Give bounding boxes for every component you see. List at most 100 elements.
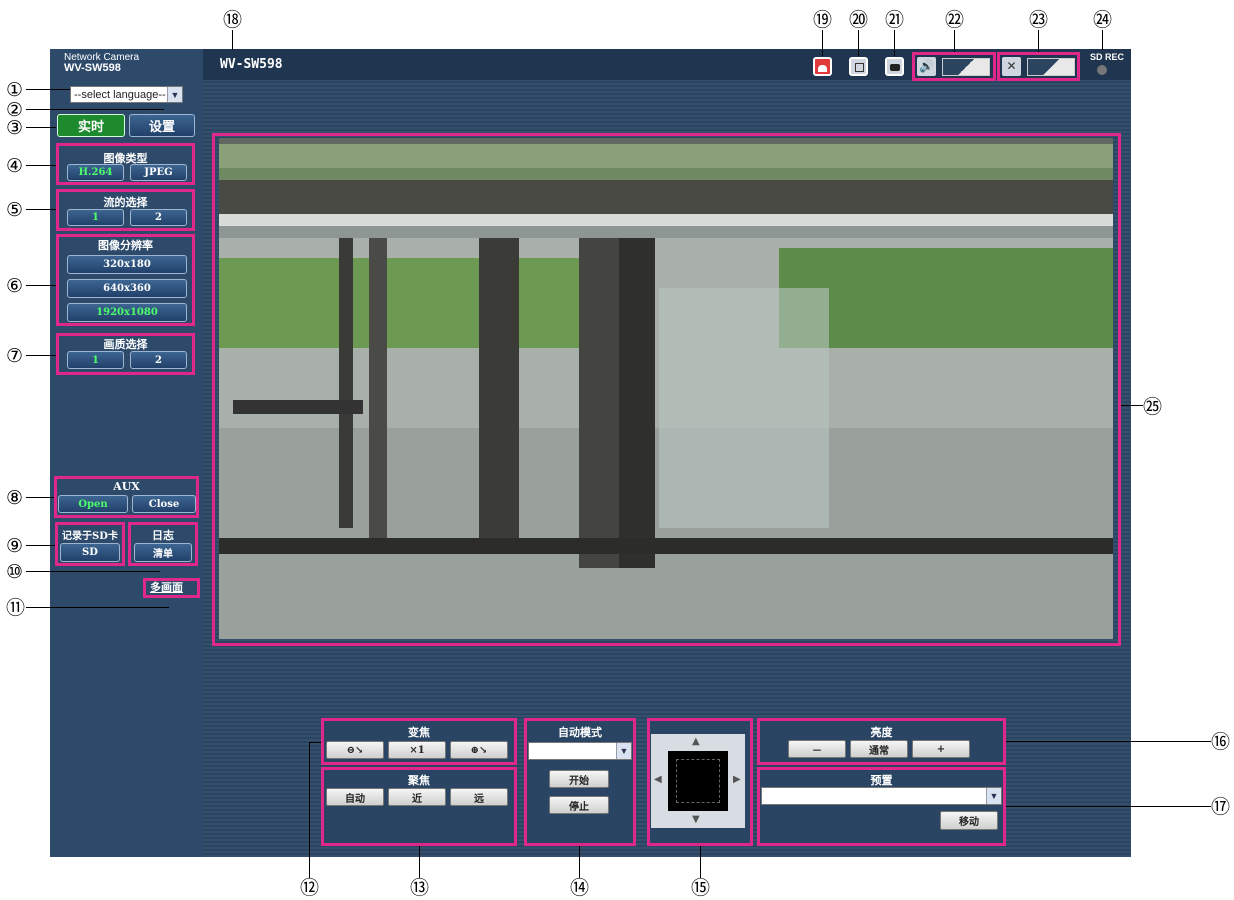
leader-10 <box>26 571 160 572</box>
alarm-icon[interactable] <box>813 57 832 76</box>
setup-tab-button[interactable]: 设置 <box>129 114 195 137</box>
leader-21 <box>894 30 895 56</box>
focus-near-button[interactable]: 近 <box>388 788 446 806</box>
control-pad-center[interactable] <box>668 751 728 811</box>
aux-title: AUX <box>113 480 140 493</box>
auto-mode-stop-button[interactable]: 停止 <box>549 796 609 814</box>
focus-auto-button[interactable]: 自动 <box>326 788 384 806</box>
callout-9: ⑨ <box>6 535 24 557</box>
leader-23 <box>1038 30 1039 52</box>
stream-1-button[interactable]: 1 <box>67 209 124 226</box>
sd-button[interactable]: SD <box>60 543 120 562</box>
callout-1: ① <box>6 79 24 101</box>
leader-18 <box>232 30 233 50</box>
resolution-640-button[interactable]: 640x360 <box>67 279 187 298</box>
auto-mode-select[interactable]: ▼ <box>528 742 632 760</box>
callout-17: ⑰ <box>1211 796 1231 818</box>
callout-16: ⑯ <box>1211 731 1231 753</box>
leader-14 <box>579 846 580 878</box>
leader-22 <box>954 30 955 52</box>
resolution-320-button[interactable]: 320x180 <box>67 255 187 274</box>
chevron-down-icon: ▼ <box>986 788 1001 804</box>
aux-close-button[interactable]: Close <box>132 495 196 513</box>
live-video[interactable] <box>219 138 1113 639</box>
preset-select[interactable]: ▼ <box>761 787 1002 805</box>
quality-1-button[interactable]: 1 <box>67 351 124 369</box>
live-tab-button[interactable]: 实时 <box>57 114 125 137</box>
control-pad[interactable]: ▲ ◀ ▶ ▼ <box>651 734 745 828</box>
preset-move-button[interactable]: 移动 <box>940 811 998 830</box>
leader-19 <box>822 30 823 56</box>
leader-16 <box>1006 741 1211 742</box>
multiscreen-link[interactable]: 多画面 <box>150 579 183 595</box>
sd-record-title: 记录于SD卡 <box>62 531 118 542</box>
auto-mode-start-button[interactable]: 开始 <box>549 770 609 788</box>
mute-icon[interactable]: ✕ <box>1002 57 1021 76</box>
chevron-down-icon: ▼ <box>167 87 182 102</box>
audio-volume-slider[interactable] <box>1027 58 1075 76</box>
h264-button[interactable]: H.264 <box>67 164 124 181</box>
callout-8: ⑧ <box>6 487 24 509</box>
brightness-plus-button[interactable]: + <box>912 740 970 758</box>
zoom-in-button[interactable]: ⊕↘ <box>450 741 508 759</box>
log-title: 日志 <box>152 529 174 542</box>
callout-5: ⑤ <box>6 199 24 221</box>
callout-4: ④ <box>6 155 24 177</box>
callout-18: ⑱ <box>223 9 243 31</box>
brightness-minus-button[interactable]: － <box>788 740 846 758</box>
callout-15: ⑮ <box>691 877 711 899</box>
model-label: WV-SW598 <box>64 62 121 74</box>
arrow-left-icon[interactable]: ◀ <box>654 774 662 785</box>
camera-snapshot-icon[interactable] <box>885 57 904 76</box>
mic-volume-slider[interactable] <box>942 58 990 76</box>
leader-2 <box>26 109 164 110</box>
callout-3: ③ <box>6 117 24 139</box>
callout-23: ㉓ <box>1029 9 1049 31</box>
leader-17 <box>1006 806 1211 807</box>
callout-10: ⑩ <box>6 561 24 583</box>
arrow-right-icon[interactable]: ▶ <box>733 774 741 785</box>
leader-8 <box>26 497 54 498</box>
arrow-down-icon[interactable]: ▼ <box>692 814 700 825</box>
camera-title: WV-SW598 <box>220 57 283 72</box>
leader-7 <box>26 355 56 356</box>
leader-15 <box>700 846 701 878</box>
preset-title: 预置 <box>870 774 893 787</box>
aux-open-button[interactable]: Open <box>58 495 128 513</box>
quality-2-button[interactable]: 2 <box>130 351 187 369</box>
leader-12-tail <box>309 742 321 743</box>
focus-far-button[interactable]: 远 <box>450 788 508 806</box>
brightness-title: 亮度 <box>870 726 893 739</box>
speaker-icon[interactable]: 🔊 <box>917 57 936 76</box>
leader-6 <box>26 285 56 286</box>
brightness-normal-button[interactable]: 通常 <box>850 740 908 758</box>
leader-20 <box>858 30 859 56</box>
arrow-up-icon[interactable]: ▲ <box>692 736 700 747</box>
fullscreen-icon[interactable] <box>849 57 868 76</box>
leader-5 <box>26 209 56 210</box>
auto-mode-title: 自动模式 <box>558 726 602 739</box>
callout-25: ㉕ <box>1143 396 1163 418</box>
leader-3 <box>26 127 56 128</box>
callout-14: ⑭ <box>570 877 590 899</box>
callout-20: ⑳ <box>849 9 869 31</box>
zoom-out-icon: ⊖↘ <box>346 744 364 756</box>
language-select[interactable]: --select language-- ▼ <box>70 86 183 103</box>
focus-title: 聚焦 <box>408 774 430 787</box>
callout-21: ㉑ <box>885 9 905 31</box>
leader-13 <box>419 846 420 878</box>
stream-2-button[interactable]: 2 <box>130 209 187 226</box>
callout-19: ⑲ <box>813 9 833 31</box>
callout-24: ㉔ <box>1093 9 1113 31</box>
callout-12: ⑫ <box>300 877 320 899</box>
zoom-out-button[interactable]: ⊖↘ <box>326 741 384 759</box>
language-select-value: --select language-- <box>74 89 166 101</box>
log-list-button[interactable]: 清单 <box>134 543 192 562</box>
jpeg-button[interactable]: JPEG <box>130 164 187 181</box>
callout-7: ⑦ <box>6 345 24 367</box>
zoom-reset-button[interactable]: ×1 <box>388 741 446 759</box>
video-scene <box>219 138 1113 639</box>
resolution-title: 图像分辨率 <box>98 239 153 252</box>
resolution-1920-button[interactable]: 1920x1080 <box>67 303 187 322</box>
leader-11 <box>26 607 169 608</box>
